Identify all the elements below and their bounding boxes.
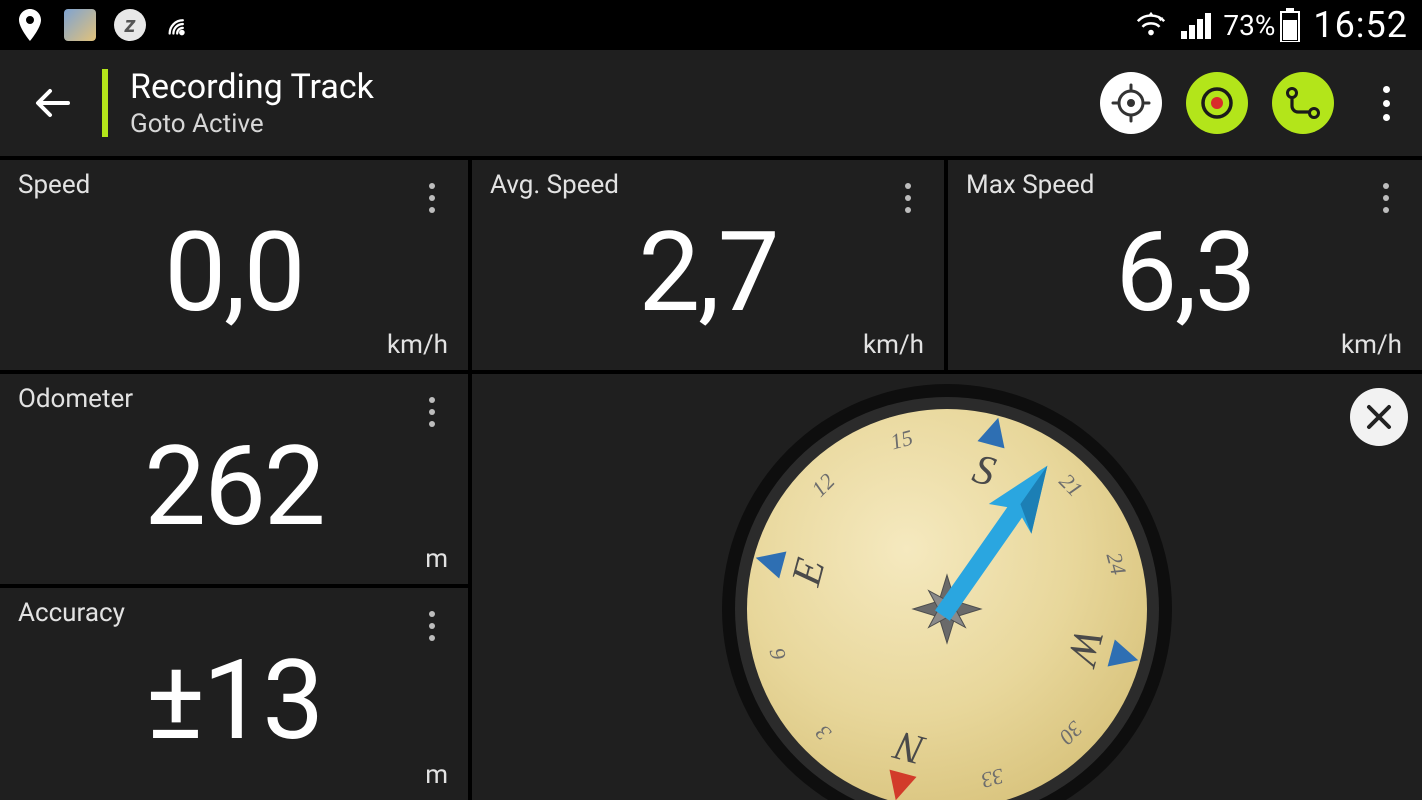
panel-odometer-value: 262 [18, 432, 450, 542]
panel-accuracy-label: Accuracy [18, 598, 450, 628]
panel-accuracy[interactable]: Accuracy ±13 m [0, 588, 468, 800]
route-icon [1282, 82, 1324, 124]
panel-max-speed-label: Max Speed [966, 170, 1404, 200]
action-subtitle: Goto Active [130, 109, 1100, 139]
panel-max-speed-unit: km/h [1341, 330, 1402, 360]
location-pin-icon [14, 9, 46, 41]
panel-odometer[interactable]: Odometer 262 m [0, 374, 468, 584]
route-button[interactable] [1272, 72, 1334, 134]
compass-face-icon: N E S W 3 6 12 15 21 24 [712, 374, 1182, 800]
accent-bar [102, 69, 108, 137]
panel-compass[interactable]: N E S W 3 6 12 15 21 24 [472, 374, 1422, 800]
status-bar: z [0, 0, 1422, 50]
overflow-menu-button[interactable] [1368, 78, 1404, 128]
action-icons [1100, 72, 1404, 134]
locate-button[interactable] [1100, 72, 1162, 134]
panel-odometer-menu[interactable] [418, 392, 446, 432]
back-button[interactable] [28, 78, 78, 128]
panel-avg-speed-value: 2,7 [490, 218, 926, 328]
panel-speed-unit: km/h [387, 330, 448, 360]
gps-signal-icon [164, 9, 196, 41]
map-app-icon [64, 9, 96, 41]
action-title: Recording Track [130, 67, 1100, 107]
status-right: 73% 16:52 [1135, 4, 1408, 46]
panel-max-speed[interactable]: Max Speed 6,3 km/h [948, 160, 1422, 370]
panel-accuracy-unit: m [425, 760, 448, 790]
panel-speed-menu[interactable] [418, 178, 446, 218]
panel-avg-speed[interactable]: Avg. Speed 2,7 km/h [472, 160, 944, 370]
panel-max-speed-menu[interactable] [1372, 178, 1400, 218]
panel-avg-speed-unit: km/h [863, 330, 924, 360]
battery-icon [1279, 8, 1301, 42]
record-button[interactable] [1186, 72, 1248, 134]
panels-area: Speed 0,0 km/h Avg. Speed 2,7 km/h Max S… [0, 156, 1422, 800]
z-app-icon: z [114, 9, 146, 41]
panel-odometer-label: Odometer [18, 384, 450, 414]
panel-speed[interactable]: Speed 0,0 km/h [0, 160, 468, 370]
panel-odometer-unit: m [425, 544, 448, 574]
action-titles: Recording Track Goto Active [130, 67, 1100, 139]
action-bar: Recording Track Goto Active [0, 50, 1422, 156]
cell-signal-icon [1179, 9, 1211, 41]
compass-close-button[interactable] [1350, 388, 1408, 446]
panel-accuracy-menu[interactable] [418, 606, 446, 646]
panel-speed-value: 0,0 [18, 218, 450, 328]
panel-speed-label: Speed [18, 170, 450, 200]
panel-avg-speed-label: Avg. Speed [490, 170, 926, 200]
crosshair-icon [1111, 83, 1151, 123]
panel-avg-speed-menu[interactable] [894, 178, 922, 218]
wifi-icon [1135, 9, 1167, 41]
app-screen: z [0, 0, 1422, 800]
battery-percent: 73% [1223, 8, 1301, 42]
record-icon [1197, 83, 1237, 123]
status-left: z [14, 9, 196, 41]
close-icon [1365, 403, 1393, 431]
battery-percent-text: 73% [1223, 9, 1275, 42]
clock-text: 16:52 [1313, 4, 1408, 46]
arrow-left-icon [32, 82, 74, 124]
compass[interactable]: N E S W 3 6 12 15 21 24 [712, 374, 1182, 800]
panel-max-speed-value: 6,3 [966, 218, 1404, 328]
panel-accuracy-value: ±13 [18, 646, 450, 756]
